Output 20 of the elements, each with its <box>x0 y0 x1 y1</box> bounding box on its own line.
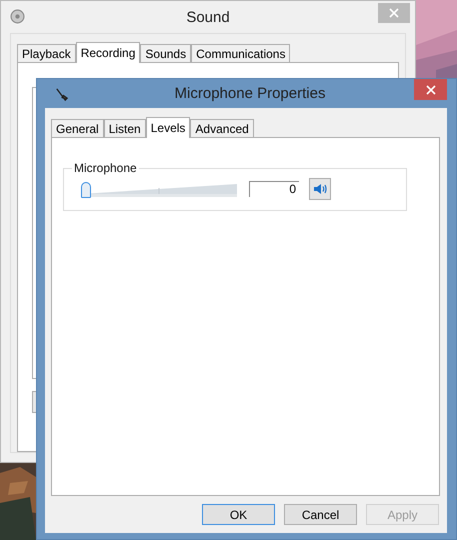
value-field[interactable]: 0 <box>249 181 299 197</box>
tab[interactable]: Communications <box>191 44 290 62</box>
tab[interactable]: Levels <box>146 117 190 138</box>
tab[interactable]: Recording <box>76 42 140 63</box>
tab[interactable]: Listen <box>104 119 146 137</box>
window-title: Sound <box>185 8 231 26</box>
window-title: Microphone Properties <box>174 85 326 102</box>
mute-button[interactable] <box>309 178 331 200</box>
close-icon <box>426 84 436 94</box>
tab[interactable]: Sounds <box>140 44 192 62</box>
tab[interactable]: Playback <box>17 44 76 62</box>
close-icon <box>389 8 399 18</box>
close-button[interactable] <box>414 79 447 100</box>
tab[interactable]: General <box>51 119 104 137</box>
dialog-button[interactable]: OK <box>202 504 275 525</box>
dialog-button[interactable]: Cancel <box>284 504 357 525</box>
tab[interactable]: Advanced <box>190 119 254 137</box>
group-label: Microphone <box>72 161 139 175</box>
microphone-icon <box>54 87 69 102</box>
slider-thumb[interactable] <box>81 182 91 198</box>
